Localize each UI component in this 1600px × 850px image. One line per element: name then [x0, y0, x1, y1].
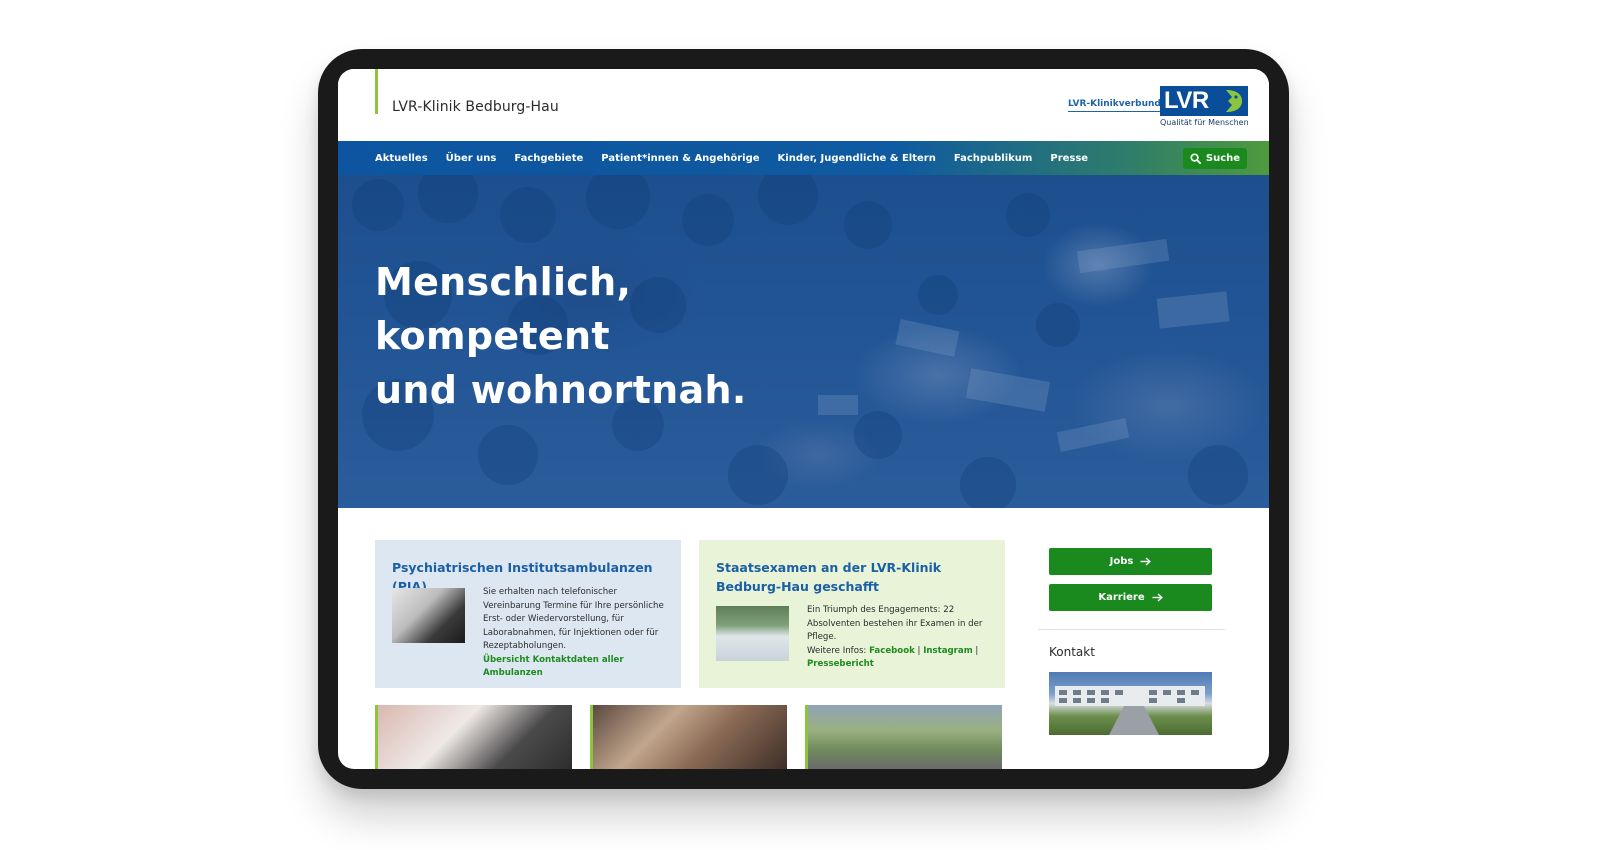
card-pia-link-ambulanzen[interactable]: Übersicht Kontaktdaten aller Ambulanzen — [483, 655, 624, 679]
karriere-button-label: Karriere — [1098, 592, 1145, 603]
sidebar-divider — [1038, 629, 1225, 630]
search-button-label: Suche — [1205, 153, 1241, 164]
lvr-logo-tagline: Qualität für Menschen — [1160, 118, 1249, 127]
nav-item-aktuelles[interactable]: Aktuelles — [375, 153, 428, 164]
jobs-button-label: Jobs — [1109, 556, 1134, 567]
teaser-image-1[interactable] — [375, 705, 572, 769]
card-pia: Psychiatrischen Institutsambulanzen (PIA… — [375, 540, 681, 688]
nav-item-kinder[interactable]: Kinder, Jugendliche & Eltern — [778, 153, 936, 164]
hero-headline: Menschlich, kompetent und wohnortnah. — [375, 255, 747, 417]
search-button[interactable]: Suche — [1183, 148, 1247, 169]
link-separator: | — [972, 645, 979, 656]
card-pia-text: Sie erhalten nach telefonischer Vereinba… — [483, 587, 664, 651]
pressebericht-link[interactable]: Pressebericht — [807, 659, 874, 669]
jobs-button[interactable]: Jobs — [1049, 548, 1212, 575]
nav-item-fachpublikum[interactable]: Fachpublikum — [954, 153, 1033, 164]
card-staatsexamen-image — [716, 606, 789, 661]
teaser-image-2[interactable] — [590, 705, 787, 769]
header-accent-bar — [375, 69, 378, 114]
site-title[interactable]: LVR-Klinik Bedburg-Hau — [392, 99, 559, 115]
main-navigation: Aktuelles Über uns Fachgebiete Patient*i… — [338, 141, 1269, 175]
browser-viewport: LVR-Klinik Bedburg-Hau LVR-Klinikverbund… — [338, 69, 1269, 769]
building-illustration — [1055, 686, 1205, 735]
hero-banner: Menschlich, kompetent und wohnortnah. — [338, 175, 1269, 508]
lvr-logo-box: LVR — [1160, 86, 1248, 116]
card-staatsexamen-text: Ein Triumph des Engagements: 22 Absolven… — [807, 605, 983, 642]
nav-item-patientinnen[interactable]: Patient*innen & Angehörige — [601, 153, 759, 164]
card-pia-body: Sie erhalten nach telefonischer Vereinba… — [483, 586, 667, 681]
card-staatsexamen: Staatsexamen an der LVR-Klinik Bedburg-H… — [699, 540, 1005, 688]
card-staatsexamen-title[interactable]: Staatsexamen an der LVR-Klinik Bedburg-H… — [716, 558, 991, 596]
nav-item-fachgebiete[interactable]: Fachgebiete — [514, 153, 583, 164]
card-pia-image — [392, 588, 465, 643]
instagram-link[interactable]: Instagram — [923, 646, 972, 656]
lvr-logo-text: LVR — [1164, 87, 1209, 114]
nav-item-presse[interactable]: Presse — [1050, 153, 1088, 164]
card-staatsexamen-more-prefix: Weitere Infos: — [807, 645, 870, 656]
hero-headline-line-2: kompetent — [375, 314, 610, 358]
arrow-right-icon — [1152, 593, 1163, 602]
lvr-logo[interactable]: LVR Qualität für Menschen — [1160, 86, 1250, 128]
klinikverbund-link[interactable]: LVR-Klinikverbund — [1068, 99, 1161, 112]
kontakt-building-image[interactable] — [1049, 672, 1212, 735]
card-staatsexamen-body: Ein Triumph des Engagements: 22 Absolven… — [807, 604, 991, 672]
hero-headline-line-3: und wohnortnah. — [375, 368, 747, 412]
nav-list: Aktuelles Über uns Fachgebiete Patient*i… — [375, 141, 1088, 175]
arrow-right-icon — [1140, 557, 1152, 566]
link-separator: | — [914, 645, 924, 656]
search-icon — [1190, 153, 1201, 164]
kontakt-heading: Kontakt — [1049, 645, 1095, 659]
page-background: LVR-Klinik Bedburg-Hau LVR-Klinikverbund… — [0, 0, 1600, 850]
tablet-frame: LVR-Klinik Bedburg-Hau LVR-Klinikverbund… — [318, 49, 1289, 789]
lvr-face-icon — [1226, 90, 1242, 112]
hero-headline-line-1: Menschlich, — [375, 260, 632, 304]
teaser-image-3[interactable] — [805, 705, 1002, 769]
karriere-button[interactable]: Karriere — [1049, 584, 1212, 611]
nav-item-ueber-uns[interactable]: Über uns — [446, 153, 497, 164]
site-header: LVR-Klinik Bedburg-Hau LVR-Klinikverbund… — [338, 69, 1269, 141]
facebook-link[interactable]: Facebook — [869, 646, 915, 656]
